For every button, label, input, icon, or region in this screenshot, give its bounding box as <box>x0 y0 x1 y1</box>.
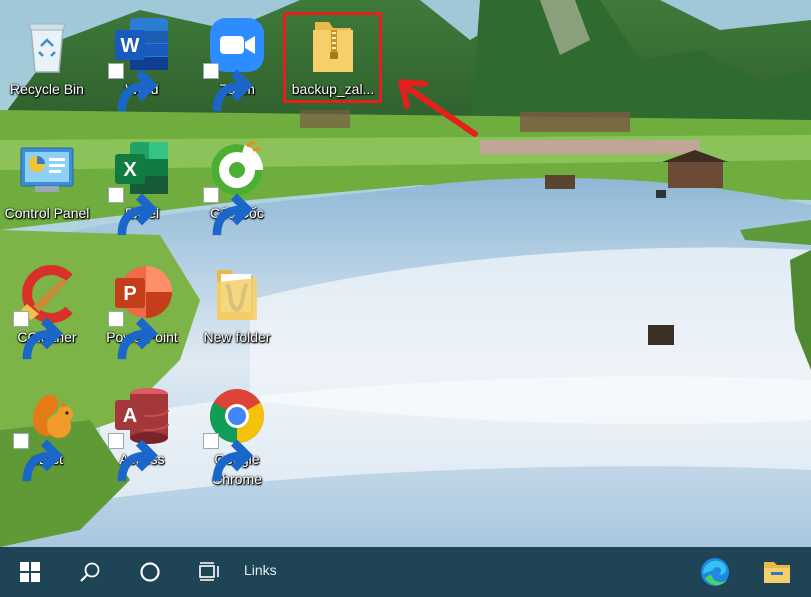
file-explorer-icon <box>764 562 790 583</box>
chrome-icon <box>203 386 267 482</box>
coc-coc-browser-icon <box>203 140 267 236</box>
shortcut-arrow-icon <box>13 433 63 482</box>
excel-icon: X <box>108 140 172 236</box>
squirrel-icon <box>13 386 77 482</box>
highlight-box <box>283 12 382 103</box>
taskbar-file-explorer-button[interactable] <box>754 547 800 597</box>
desktop-icon-recycle-bin[interactable]: Recycle Bin <box>1 16 93 99</box>
shortcut-arrow-icon <box>13 311 63 360</box>
task-view-icon <box>199 562 219 581</box>
search-icon <box>80 562 100 582</box>
shortcut-arrow-icon <box>108 63 158 112</box>
desktop-icon-label: Control Panel <box>4 205 90 221</box>
shortcut-arrow-icon <box>108 433 158 482</box>
red-arrow-icon <box>398 79 478 137</box>
powerpoint-icon: P <box>108 264 172 360</box>
desktop-icon-edict[interactable]: eDict <box>1 386 93 482</box>
edge-browser-icon <box>701 558 729 586</box>
desktop-icon-access[interactable]: A Access <box>96 386 188 482</box>
zoom-icon <box>203 16 267 112</box>
access-icon: A <box>108 386 172 482</box>
desktop-icon-google-chrome[interactable]: Google Chrome <box>191 386 283 489</box>
desktop-icon-powerpoint[interactable]: P PowerPoint <box>96 264 188 360</box>
desktop-icon-label: Recycle Bin <box>10 81 84 97</box>
svg-text:W: W <box>121 35 140 57</box>
windows-logo-icon <box>20 562 40 582</box>
desktop-icon-ccleaner[interactable]: CCleaner <box>1 264 93 360</box>
desktop-icon-control-panel[interactable]: Control Panel <box>1 140 93 223</box>
links-toolbar-label[interactable]: Links <box>244 562 277 578</box>
control-panel-icon <box>17 140 77 200</box>
shortcut-arrow-icon <box>203 187 253 236</box>
start-button[interactable] <box>8 547 52 597</box>
taskbar-edge-button[interactable] <box>692 547 738 597</box>
desktop-icon-coc-coc[interactable]: Cốc Cốc <box>191 140 283 236</box>
shortcut-arrow-icon <box>108 311 158 360</box>
svg-text:P: P <box>123 283 136 305</box>
desktop-icon-zoom[interactable]: Zoom <box>191 16 283 112</box>
ccleaner-icon <box>13 264 77 360</box>
svg-text:X: X <box>123 159 137 181</box>
desktop-icon-word[interactable]: W Word <box>96 16 188 112</box>
desktop-icon-label: New folder <box>203 329 271 345</box>
desktop-icon-excel[interactable]: X Excel <box>96 140 188 236</box>
search-button[interactable] <box>68 547 112 597</box>
svg-text:A: A <box>123 405 137 427</box>
shortcut-arrow-icon <box>203 433 253 482</box>
shortcut-arrow-icon <box>108 187 158 236</box>
cortana-button[interactable] <box>128 547 172 597</box>
desktop-icon-new-folder[interactable]: New folder <box>191 264 283 347</box>
task-view-button[interactable] <box>188 547 232 597</box>
folder-icon <box>207 264 267 324</box>
word-icon: W <box>108 16 172 112</box>
recycle-bin-icon <box>17 16 77 76</box>
shortcut-arrow-icon <box>203 63 253 112</box>
cortana-circle-icon <box>140 562 160 582</box>
taskbar: Links <box>0 547 811 597</box>
